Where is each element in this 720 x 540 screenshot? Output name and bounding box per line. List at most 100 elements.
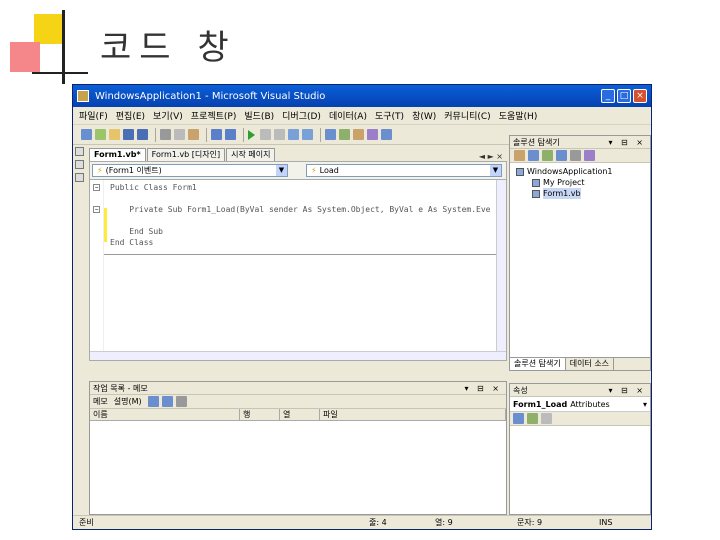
menu-debug[interactable]: 디버그(D): [282, 109, 321, 122]
class-diagram-icon[interactable]: [584, 150, 595, 161]
pause-icon[interactable]: [260, 129, 271, 140]
chevron-down-icon[interactable]: ▾: [643, 400, 650, 409]
tree-item-form1[interactable]: Form1.vb: [516, 188, 644, 199]
server-explorer-icon[interactable]: [75, 160, 84, 169]
toolbar-separator: [206, 127, 207, 142]
code-line: Private Sub Form1_Load(ByVal sender As S…: [110, 205, 491, 214]
properties-icon[interactable]: [353, 129, 364, 140]
tab-controls[interactable]: ◄ ► ×: [479, 152, 507, 161]
solution-explorer-panel: 솔루션 탐색기 ▾ ⊟ × WindowsApplication1 My Pro…: [509, 135, 651, 371]
tab-solution-explorer[interactable]: 솔루션 탐색기: [510, 358, 566, 370]
toolbar-separator: [320, 127, 321, 142]
task-toolbar: 메모 설명(M): [90, 395, 506, 409]
menu-community[interactable]: 커뮤니티(C): [444, 109, 490, 122]
status-mode: INS: [599, 518, 613, 527]
title-bar[interactable]: WindowsApplication1 - Microsoft Visual S…: [73, 85, 651, 107]
refresh-icon[interactable]: [542, 150, 553, 161]
property-pages-icon[interactable]: [541, 413, 552, 424]
menu-edit[interactable]: 편집(E): [116, 109, 145, 122]
tree-item-my-project[interactable]: My Project: [516, 177, 644, 188]
menu-build[interactable]: 빌드(B): [244, 109, 274, 122]
new-project-icon[interactable]: [81, 129, 92, 140]
menu-window[interactable]: 창(W): [412, 109, 436, 122]
panel-title: 작업 목록 - 메모: [93, 383, 148, 393]
add-item-icon[interactable]: [95, 129, 106, 140]
toolbox-tab-icon[interactable]: [75, 147, 84, 156]
undo-icon[interactable]: [211, 129, 222, 140]
status-char: 문자: 9: [517, 518, 543, 527]
chevron-down-icon[interactable]: ▼: [490, 165, 501, 176]
tree-item-project[interactable]: WindowsApplication1: [516, 166, 644, 177]
toolbox-icon[interactable]: [367, 129, 378, 140]
panel-controls[interactable]: ▾ ⊟ ×: [464, 384, 506, 393]
properties-object-select[interactable]: Form1_Load Attributes ▾: [510, 397, 650, 412]
next-icon[interactable]: [161, 396, 173, 407]
close-button[interactable]: ×: [633, 89, 647, 103]
find-icon[interactable]: [325, 129, 336, 140]
redo-icon[interactable]: [225, 129, 236, 140]
solution-explorer-icon[interactable]: [339, 129, 350, 140]
save-icon[interactable]: [123, 129, 134, 140]
stop-icon[interactable]: [274, 129, 285, 140]
column-file[interactable]: 파일: [320, 409, 506, 420]
horizontal-scrollbar[interactable]: [90, 351, 506, 360]
menu-file[interactable]: 파일(F): [79, 109, 108, 122]
collapse-icon[interactable]: −: [93, 206, 100, 213]
deco-horizontal-line: [32, 72, 88, 74]
save-all-icon[interactable]: [137, 129, 148, 140]
panel-controls[interactable]: ▾ ⊟ ×: [608, 386, 650, 395]
view-designer-icon[interactable]: [570, 150, 581, 161]
status-ready: 준비: [79, 518, 94, 527]
object-browser-icon[interactable]: [381, 129, 392, 140]
show-all-files-icon[interactable]: [528, 150, 539, 161]
code-text-area[interactable]: − Public Class Form1 − Private Sub Form1…: [89, 179, 507, 361]
paste-icon[interactable]: [188, 129, 199, 140]
maximize-button[interactable]: □: [617, 89, 631, 103]
object-name: Form1_Load: [513, 399, 568, 409]
categorized-icon[interactable]: [513, 413, 524, 424]
step-into-icon[interactable]: [288, 129, 299, 140]
properties-icon[interactable]: [514, 150, 525, 161]
start-debug-icon[interactable]: [248, 129, 255, 140]
status-bar: 준비 줄: 4 열: 9 문자: 9 INS: [73, 515, 651, 529]
tab-start-page[interactable]: 시작 페이지: [226, 148, 276, 161]
menu-project[interactable]: 프로젝트(P): [191, 109, 237, 122]
previous-icon[interactable]: [147, 396, 159, 407]
solution-bottom-tabs: 솔루션 탐색기 데이터 소스: [510, 357, 650, 370]
tab-data-sources[interactable]: 데이터 소스: [566, 358, 615, 370]
vertical-scrollbar[interactable]: [496, 180, 506, 360]
tab-form1-vb[interactable]: Form1.vb*: [89, 148, 146, 161]
code-line: End Sub: [110, 227, 163, 236]
vs-window: WindowsApplication1 - Microsoft Visual S…: [72, 84, 652, 530]
collapse-icon[interactable]: −: [93, 184, 100, 191]
menu-help[interactable]: 도움말(H): [499, 109, 538, 122]
solution-explorer-header: 솔루션 탐색기 ▾ ⊟ ×: [510, 136, 650, 149]
panel-title: 솔루션 탐색기: [513, 137, 560, 147]
object-combo[interactable]: ⚡ (Form1 이벤트) ▼: [92, 164, 288, 177]
task-description-button[interactable]: 설명(M): [114, 396, 142, 407]
chevron-down-icon[interactable]: ▼: [276, 165, 287, 176]
column-name[interactable]: 이름: [90, 409, 240, 420]
toolbar-separator: [243, 127, 244, 142]
changed-lines-marker: [104, 208, 107, 242]
copy-icon[interactable]: [174, 129, 185, 140]
step-over-icon[interactable]: [302, 129, 313, 140]
menu-tools[interactable]: 도구(T): [375, 109, 404, 122]
properties-panel: 속성 ▾ ⊟ × Form1_Load Attributes ▾: [509, 383, 651, 515]
view-code-icon[interactable]: [556, 150, 567, 161]
task-filter-comments[interactable]: 메모: [93, 396, 108, 407]
column-col[interactable]: 열: [280, 409, 320, 420]
minimize-button[interactable]: _: [601, 89, 615, 103]
tab-form1-design[interactable]: Form1.vb [디자인]: [146, 148, 226, 161]
method-combo[interactable]: ⚡ Load ▼: [306, 164, 502, 177]
open-folder-icon[interactable]: [109, 129, 120, 140]
data-sources-icon[interactable]: [75, 173, 84, 182]
panel-controls[interactable]: ▾ ⊟ ×: [608, 138, 650, 147]
cut-icon[interactable]: [160, 129, 171, 140]
panel-title: 속성: [513, 385, 528, 395]
alphabetical-icon[interactable]: [527, 413, 538, 424]
column-line[interactable]: 행: [240, 409, 280, 420]
menu-view[interactable]: 보기(V): [153, 109, 183, 122]
filter-icon[interactable]: [175, 396, 187, 407]
menu-data[interactable]: 데이터(A): [329, 109, 367, 122]
